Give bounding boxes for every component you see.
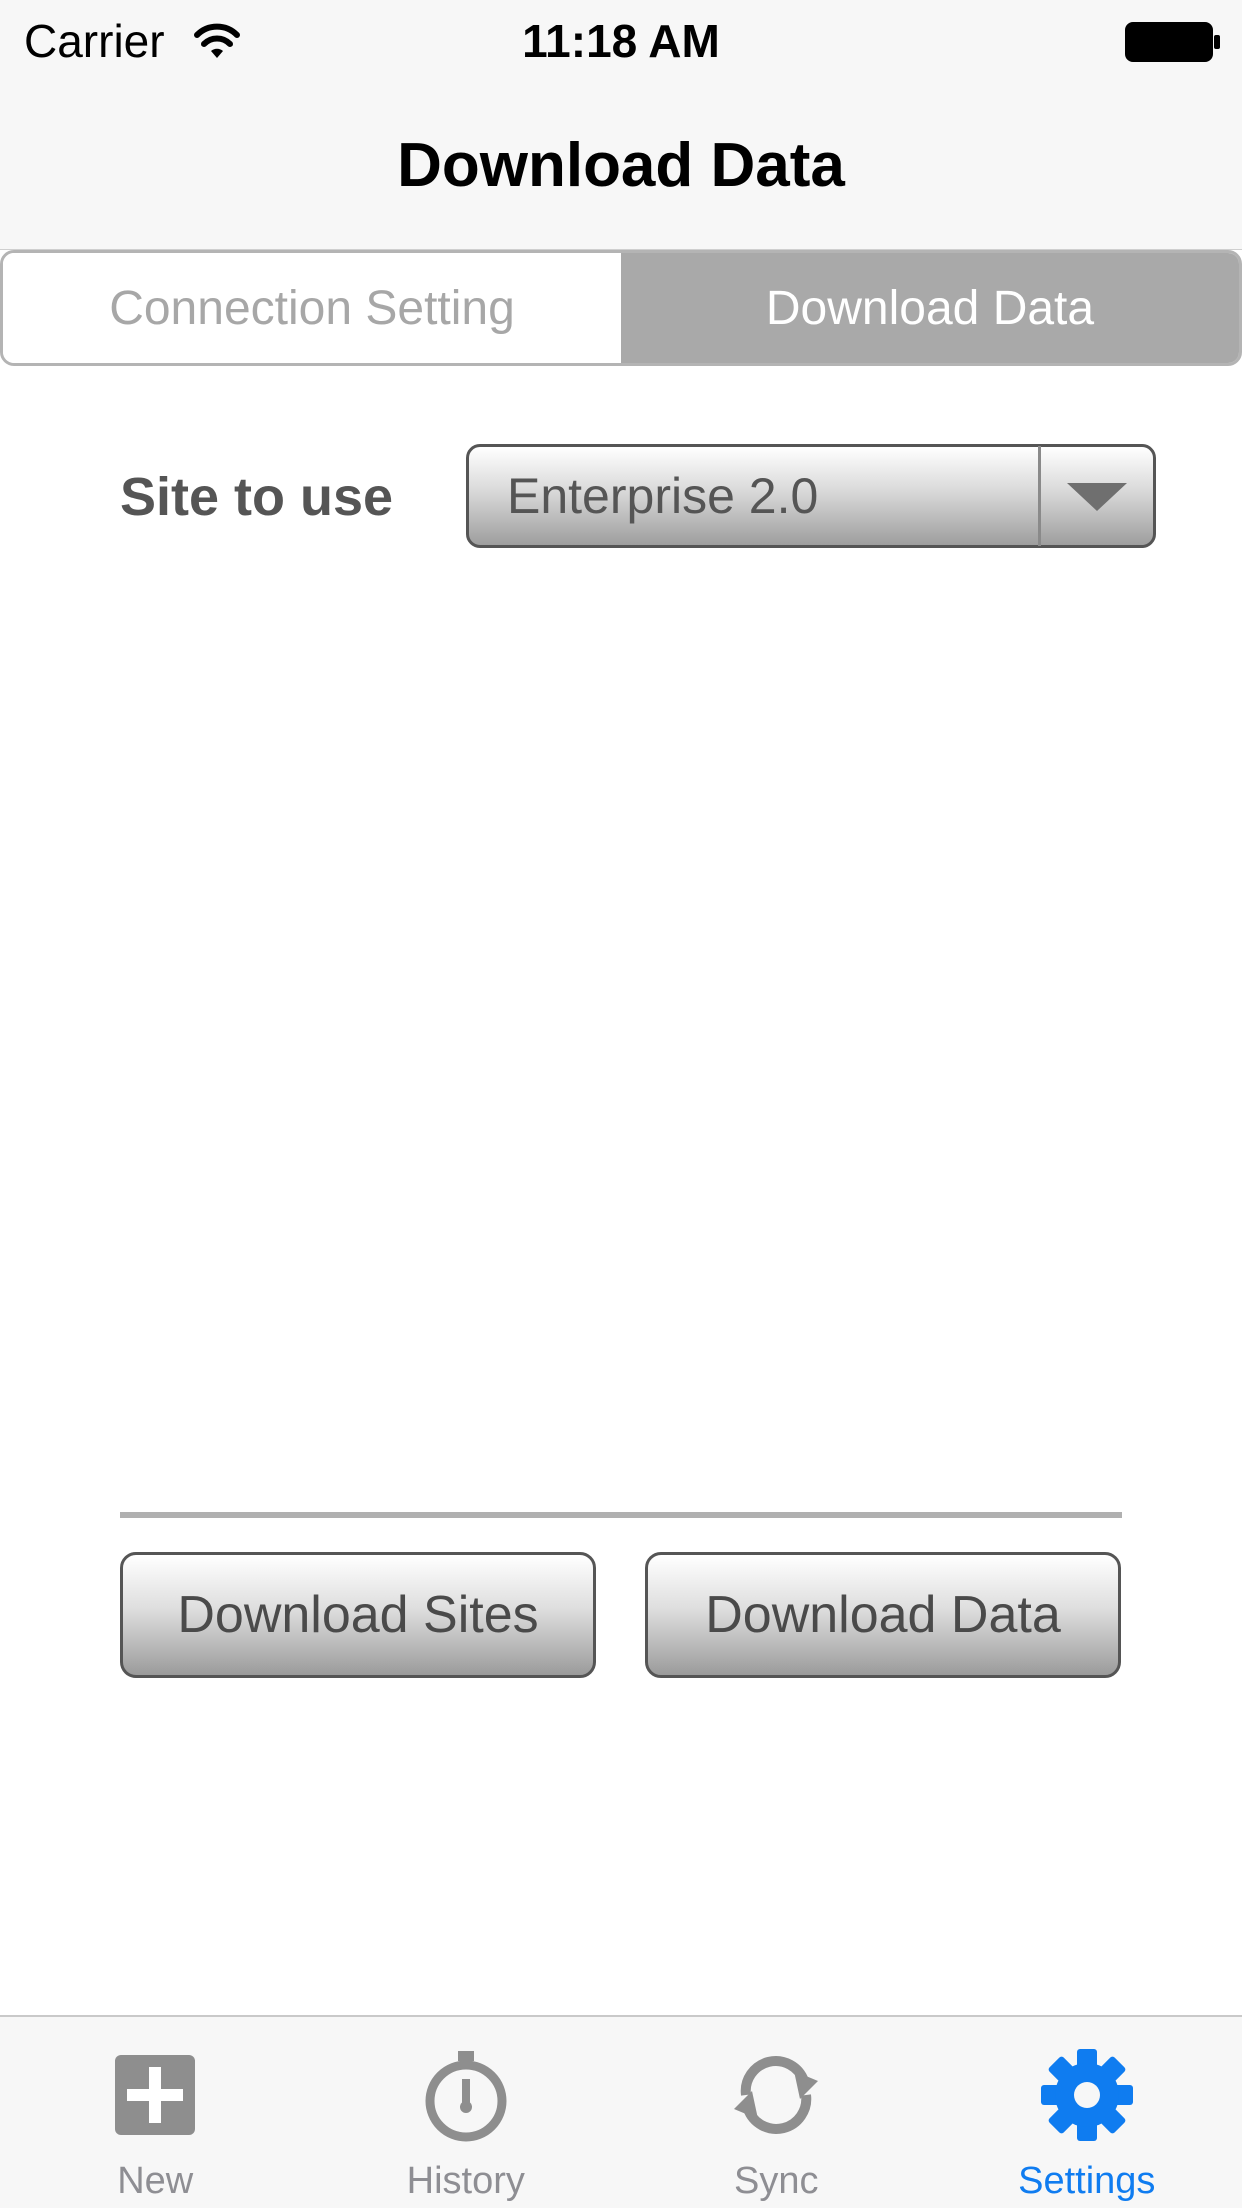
tab-settings-label: Settings xyxy=(1018,2160,1156,2202)
tab-download-data[interactable]: Download Data xyxy=(621,253,1239,363)
tab-new[interactable]: New xyxy=(0,2017,311,2208)
tab-history-label: History xyxy=(406,2160,525,2202)
divider-line xyxy=(120,1512,1122,1518)
tab-new-label: New xyxy=(117,2160,194,2202)
site-dropdown-value: Enterprise 2.0 xyxy=(507,468,819,524)
stopwatch-icon xyxy=(425,2051,507,2142)
download-data-button[interactable]: Download Data xyxy=(645,1552,1121,1678)
site-dropdown[interactable]: Enterprise 2.0 xyxy=(466,444,1156,548)
status-time: 11:18 AM xyxy=(522,15,720,67)
tab-connection-setting[interactable]: Connection Setting xyxy=(3,253,621,363)
tab-bar: New History Sync Settings xyxy=(0,2015,1242,2208)
site-to-use-label: Site to use xyxy=(120,467,394,527)
tab-sync-label: Sync xyxy=(734,2160,819,2202)
tab-history[interactable]: History xyxy=(311,2017,622,2208)
sync-arrows-icon xyxy=(734,2056,819,2134)
dropdown-arrow-button[interactable] xyxy=(1041,447,1153,545)
status-bar: Carrier 11:18 AM xyxy=(0,0,1242,84)
tab-sync[interactable]: Sync xyxy=(621,2017,932,2208)
navigation-bar: Download Data xyxy=(0,84,1242,250)
battery-icon xyxy=(1125,22,1220,62)
tab-settings[interactable]: Settings xyxy=(932,2017,1242,2208)
plus-square-icon xyxy=(115,2055,196,2135)
gear-icon xyxy=(1040,2049,1133,2141)
page-title: Download Data xyxy=(397,131,845,200)
triangle-down-icon xyxy=(1067,483,1127,511)
segmented-control: Connection Setting Download Data xyxy=(0,250,1242,366)
download-sites-button[interactable]: Download Sites xyxy=(120,1552,596,1678)
app-screen: Carrier 11:18 AM Download Data Connectio… xyxy=(0,0,1242,2208)
